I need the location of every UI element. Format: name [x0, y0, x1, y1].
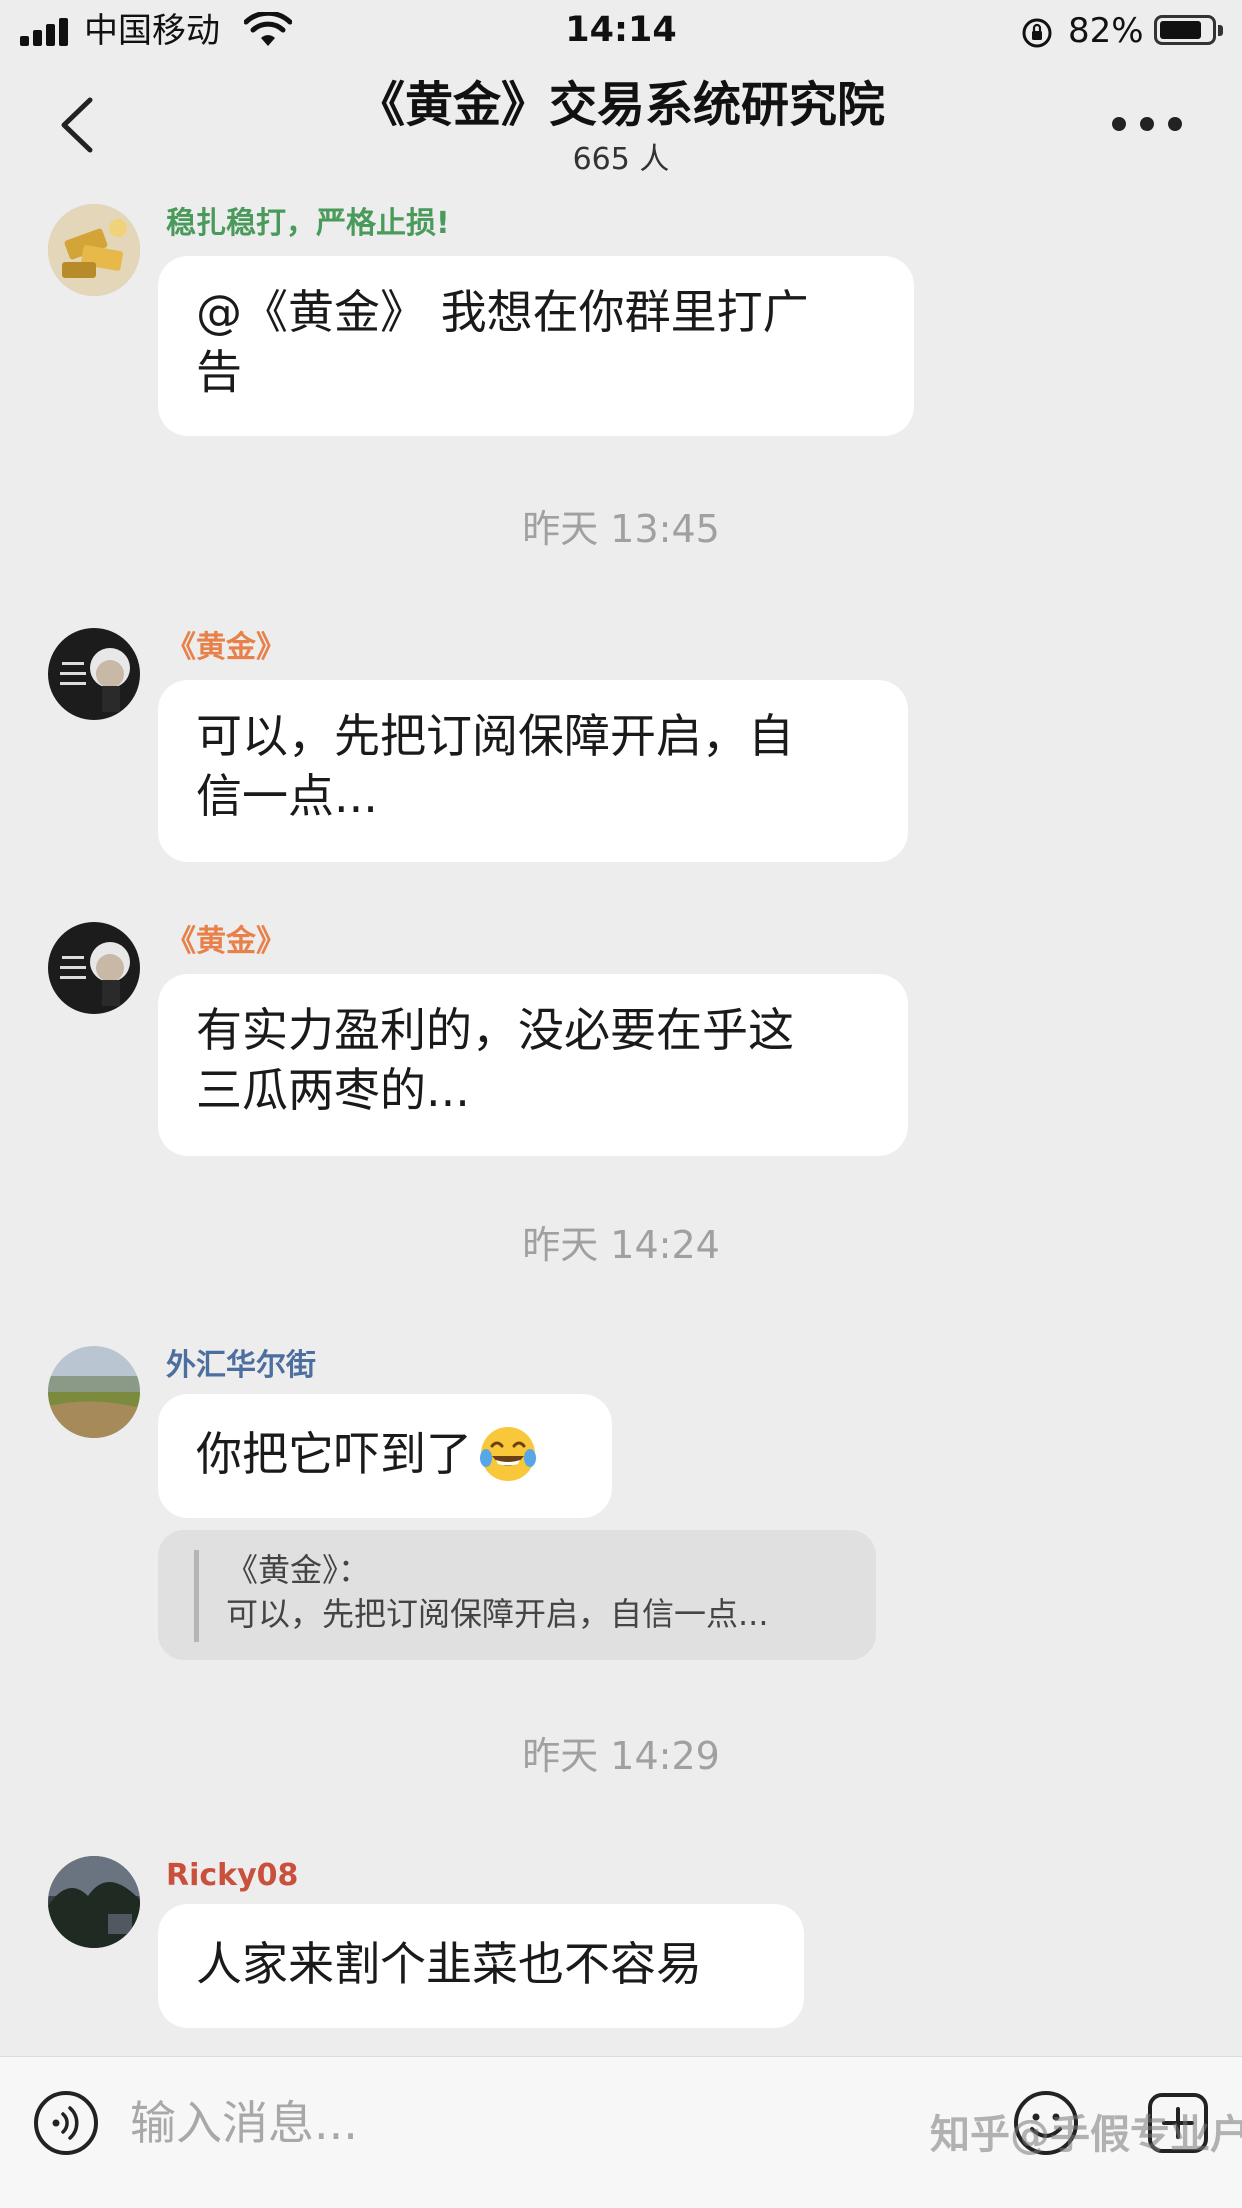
message-input[interactable]	[130, 2087, 890, 2159]
group-title[interactable]: 《黄金》交易系统研究院	[0, 72, 1242, 138]
avatar[interactable]	[48, 1856, 140, 1948]
more-dots-icon[interactable]	[1112, 112, 1182, 138]
message-line: @《黄金》 我想在你群里打广	[196, 285, 809, 339]
sender-name: 外汇华尔街	[166, 1348, 316, 1383]
message-bubble[interactable]: 你把它吓到了	[158, 1394, 612, 1518]
message-text: 人家来割个韭菜也不容易	[196, 1937, 702, 1991]
message-item: 外汇华尔街 你把它吓到了 《黄金》： 可以，先把订阅保障开启，自信一点...	[0, 1342, 1242, 1672]
message-bubble[interactable]: 有实力盈利的，没必要在乎这 三瓜两枣的...	[158, 974, 908, 1156]
message-bubble[interactable]: 人家来割个韭菜也不容易	[158, 1904, 804, 2028]
quote-text: 可以，先把订阅保障开启，自信一点...	[226, 1595, 769, 1633]
avatar[interactable]	[48, 1346, 140, 1438]
quote-bar	[194, 1550, 199, 1642]
message-item: Ricky08 人家来割个韭菜也不容易	[0, 1852, 1242, 2032]
avatar[interactable]	[48, 204, 140, 296]
rotation-lock-icon	[1022, 18, 1052, 48]
message-line: 可以，先把订阅保障开启，自	[196, 709, 794, 763]
avatar[interactable]	[48, 922, 140, 1014]
member-count: 665 人	[572, 142, 670, 177]
timestamp: 昨天 14:29	[522, 1734, 720, 1778]
timestamp: 昨天 13:45	[522, 507, 720, 551]
battery-icon	[1154, 15, 1223, 45]
voice-icon[interactable]	[32, 2089, 100, 2157]
message-item: 《黄金》 有实力盈利的，没必要在乎这 三瓜两枣的...	[0, 918, 1242, 1158]
battery-percent: 82%	[1068, 11, 1144, 51]
message-item: 稳扎稳打，严格止损! @《黄金》 我想在你群里打广 告	[0, 200, 1242, 440]
message-line: 三瓜两枣的...	[196, 1063, 470, 1117]
quote-author: 《黄金》：	[226, 1551, 371, 1589]
message-line: 告	[196, 345, 242, 399]
message-bubble[interactable]: 可以，先把订阅保障开启，自 信一点...	[158, 680, 908, 862]
message-bubble[interactable]: @《黄金》 我想在你群里打广 告	[158, 256, 914, 436]
message-text: 你把它吓到了	[196, 1427, 472, 1481]
watermark-text: 知乎@手假专业户	[930, 2112, 1242, 2158]
sender-name: Ricky08	[166, 1858, 299, 1893]
sender-name: 稳扎稳打，严格止损!	[166, 206, 450, 241]
message-item: 《黄金》 可以，先把订阅保障开启，自 信一点...	[0, 624, 1242, 864]
laughing-tears-emoji	[480, 1426, 536, 1481]
timestamp: 昨天 14:24	[522, 1223, 720, 1267]
quoted-message[interactable]: 《黄金》： 可以，先把订阅保障开启，自信一点...	[158, 1530, 876, 1660]
chat-header: 《黄金》交易系统研究院 665 人	[0, 62, 1242, 192]
sender-name: 《黄金》	[166, 924, 286, 959]
avatar[interactable]	[48, 628, 140, 720]
status-bar: 中国移动 14:14 82%	[0, 0, 1242, 62]
clock: 14:14	[565, 10, 677, 50]
message-line: 有实力盈利的，没必要在乎这	[196, 1003, 794, 1057]
sender-name: 《黄金》	[166, 630, 286, 665]
message-line: 信一点...	[196, 769, 378, 823]
